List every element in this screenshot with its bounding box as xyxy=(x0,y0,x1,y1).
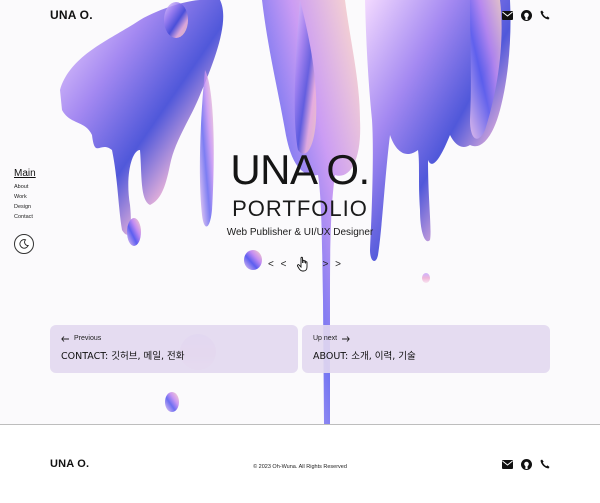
hero-title: UNA O. xyxy=(230,146,370,193)
copyright-text: © 2023 Oh-Wuna. All Rights Reserved xyxy=(253,464,347,470)
previous-label: Previous xyxy=(74,335,102,342)
next-description: ABOUT: 소개, 이력, 기술 xyxy=(313,351,416,362)
moon-icon xyxy=(19,239,29,249)
previous-description: CONTACT: 깃허브, 메일, 전화 xyxy=(61,351,185,362)
top-header: UNA O. xyxy=(0,0,600,30)
brand-logo[interactable]: UNA O. xyxy=(50,8,93,22)
previous-page-card[interactable]: Previous CONTACT: 깃허브, 메일, 전화 xyxy=(50,325,298,373)
next-label-row: Up next xyxy=(313,335,539,342)
drag-hint: < < > > xyxy=(268,256,343,272)
hero-subtitle: PORTFOLIO xyxy=(232,196,368,221)
arrow-right-icon xyxy=(342,335,350,342)
mail-icon[interactable] xyxy=(502,10,513,20)
arrows-left: < < xyxy=(268,258,289,270)
next-label: Up next xyxy=(313,335,338,342)
hero-tagline: Web Publisher & UI/UX Designer xyxy=(226,227,374,238)
contact-icons xyxy=(502,9,550,21)
github-icon[interactable] xyxy=(521,9,532,21)
hand-pointer-icon xyxy=(297,256,308,272)
previous-label-row: Previous xyxy=(61,335,287,342)
next-page-card[interactable]: Up next ABOUT: 소개, 이력, 기술 xyxy=(302,325,550,373)
page-footer: UNA O. © 2023 Oh-Wuna. All Rights Reserv… xyxy=(0,424,600,503)
portfolio-page: UNA O. Main About Work Design Contact UN… xyxy=(0,0,600,503)
arrows-right: > > xyxy=(322,258,343,270)
phone-icon[interactable] xyxy=(540,10,550,20)
arrow-left-icon xyxy=(61,335,69,342)
